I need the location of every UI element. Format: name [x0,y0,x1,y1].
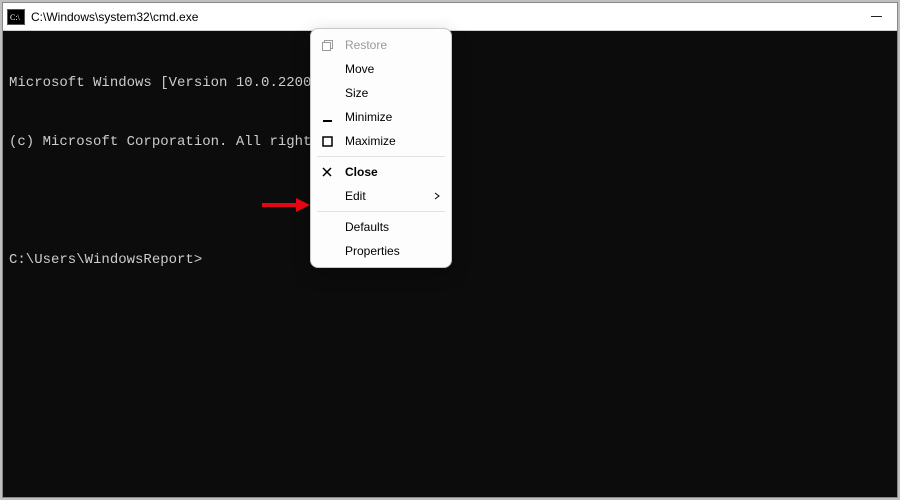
menu-size[interactable]: Size [311,81,451,105]
window-controls [869,10,893,24]
minimize-button[interactable] [869,10,883,24]
menu-separator [317,156,445,157]
svg-text:C:\: C:\ [10,13,21,22]
menu-maximize[interactable]: Maximize [311,129,451,153]
blank-icon [319,85,335,101]
menu-label: Defaults [345,220,441,234]
menu-label: Close [345,165,441,179]
menu-label: Restore [345,38,441,52]
blank-icon [319,188,335,204]
menu-label: Edit [345,189,433,203]
close-icon [319,164,335,180]
menu-label: Properties [345,244,441,258]
blank-icon [319,61,335,77]
titlebar[interactable]: C:\ C:\Windows\system32\cmd.exe [3,3,897,31]
window-title: C:\Windows\system32\cmd.exe [31,10,869,24]
cmd-icon: C:\ [7,9,25,25]
blank-icon [319,219,335,235]
menu-properties[interactable]: Properties [311,239,451,263]
menu-label: Maximize [345,134,441,148]
menu-label: Minimize [345,110,441,124]
menu-label: Size [345,86,441,100]
menu-restore: Restore [311,33,451,57]
menu-edit[interactable]: Edit [311,184,451,208]
restore-icon [319,37,335,53]
menu-separator [317,211,445,212]
chevron-right-icon [433,192,441,200]
system-context-menu: Restore Move Size Minimize Maximize Clos… [310,28,452,268]
menu-close[interactable]: Close [311,160,451,184]
menu-defaults[interactable]: Defaults [311,215,451,239]
menu-label: Move [345,62,441,76]
minimize-icon [319,109,335,125]
menu-minimize[interactable]: Minimize [311,105,451,129]
maximize-icon [319,133,335,149]
menu-move[interactable]: Move [311,57,451,81]
blank-icon [319,243,335,259]
